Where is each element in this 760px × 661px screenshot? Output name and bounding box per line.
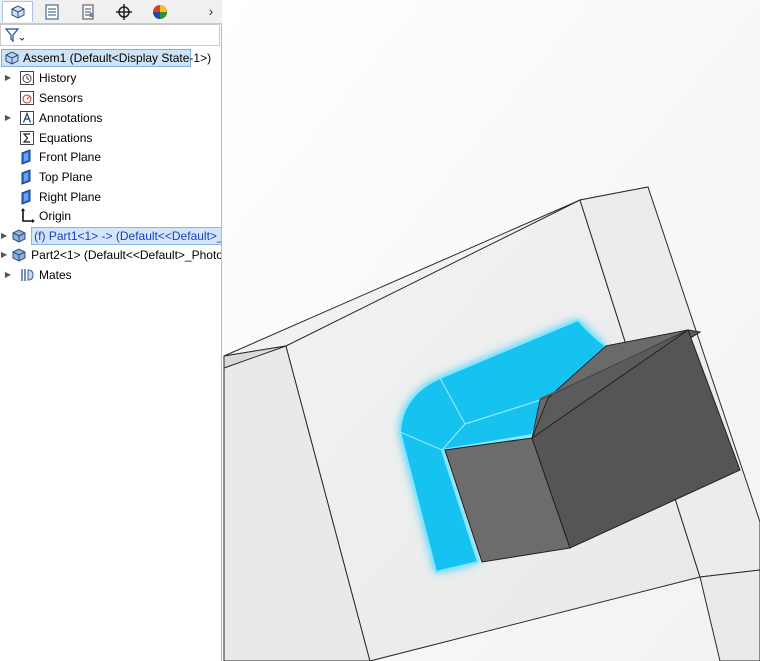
tree-item-annotations[interactable]: ▶ Annotations (0, 108, 221, 127)
part-icon (11, 228, 27, 244)
tab-display-manager[interactable] (144, 1, 175, 22)
tree-item-part1[interactable]: ▶ (f) Part1<1> -> (Default<<Default>_P (0, 226, 221, 245)
expand-arrow-icon[interactable]: ▶ (1, 265, 15, 284)
tab-scroll-right-icon[interactable]: › (204, 2, 218, 20)
panel-tab-bar: › (0, 0, 222, 24)
graphics-area[interactable] (222, 0, 760, 661)
tab-configuration-manager[interactable] (72, 1, 103, 22)
tree-item-sensors[interactable]: Sensors (0, 88, 221, 107)
tree-item-mates[interactable]: ▶ Mates (0, 265, 221, 284)
configuration-icon (82, 4, 93, 19)
tree-root-label: Assem1 (Default<Display State-1>) (23, 51, 212, 65)
filter-icon[interactable] (4, 27, 26, 43)
tree-item-equations[interactable]: Equations (0, 128, 221, 147)
tree-item-top-plane[interactable]: Top Plane (0, 167, 221, 186)
feature-manager-panel: › Assem1 (Default<Display State-1>) ▶ Hi… (0, 0, 222, 661)
tree-root-assembly[interactable]: Assem1 (Default<Display State-1>) (1, 49, 211, 67)
origin-icon (19, 207, 35, 224)
crosshair-icon (115, 3, 132, 20)
tree-item-right-plane[interactable]: Right Plane (0, 187, 221, 206)
tree-filter-field[interactable] (0, 24, 220, 46)
tree-item-origin[interactable]: Origin (0, 206, 221, 225)
expand-arrow-icon[interactable]: ▶ (1, 226, 7, 245)
tree-item-label: Origin (39, 208, 72, 223)
property-list-icon (45, 4, 58, 19)
tree-item-label: Mates (39, 267, 72, 282)
annotations-icon (19, 110, 35, 126)
tree-item-label: Equations (39, 130, 93, 145)
expand-arrow-icon[interactable]: ▶ (1, 68, 15, 87)
tree-item-label: (f) Part1<1> -> (Default<<Default>_P (31, 226, 221, 245)
tree-item-label: Right Plane (39, 189, 102, 204)
tree-item-label: Sensors (39, 90, 84, 105)
assembly-tree-icon (11, 5, 24, 19)
appearance-ball-icon (152, 4, 167, 19)
assembly-icon (4, 50, 20, 66)
tree-item-label: Part2<1> (Default<<Default>_PhotoW (31, 247, 221, 262)
tree-item-label: History (39, 70, 77, 85)
plane-icon (19, 148, 35, 165)
expand-arrow-icon[interactable]: ▶ (1, 245, 7, 264)
plane-icon (19, 188, 35, 205)
tree-item-history[interactable]: ▶ History (0, 68, 221, 87)
sensors-icon (19, 90, 35, 106)
expand-arrow-icon[interactable]: ▶ (1, 108, 15, 127)
tab-feature-manager[interactable] (2, 1, 33, 22)
tree-item-front-plane[interactable]: Front Plane (0, 147, 221, 166)
equations-icon (19, 130, 35, 146)
plane-icon (19, 168, 35, 185)
tree-item-label: Front Plane (39, 149, 102, 164)
mates-icon (19, 267, 35, 283)
tree-item-label: Top Plane (39, 169, 93, 184)
model-view[interactable] (222, 0, 760, 661)
tree-item-label: Annotations (39, 110, 103, 125)
tree-item-part2[interactable]: ▶ Part2<1> (Default<<Default>_PhotoW (0, 245, 221, 264)
tab-property-manager[interactable] (36, 1, 67, 22)
part-icon (11, 247, 27, 263)
tab-dimxpert[interactable] (108, 1, 139, 22)
history-icon (19, 70, 35, 86)
